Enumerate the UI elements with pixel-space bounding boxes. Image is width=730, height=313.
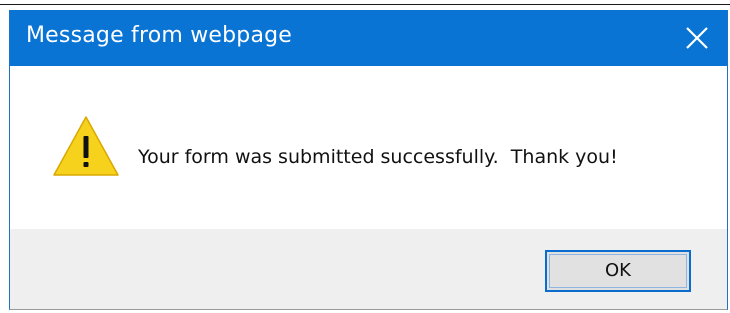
ok-button[interactable]: OK <box>545 250 691 292</box>
dialog-message: Your form was submitted successfully. Th… <box>138 146 618 168</box>
ok-button-label: OK <box>605 260 631 281</box>
background-edge <box>0 0 730 10</box>
close-icon <box>686 27 708 49</box>
screen: Message from webpage Your form was submi… <box>0 0 730 313</box>
dialog-content: Your form was submitted successfully. Th… <box>10 66 727 229</box>
warning-icon <box>53 116 119 176</box>
dialog-titlebar[interactable]: Message from webpage <box>10 10 727 66</box>
background-edge-line <box>0 4 730 5</box>
dialog-footer: OK <box>10 229 727 309</box>
close-button[interactable] <box>677 18 717 58</box>
message-dialog: Message from webpage Your form was submi… <box>9 10 728 310</box>
dialog-title: Message from webpage <box>26 23 293 48</box>
